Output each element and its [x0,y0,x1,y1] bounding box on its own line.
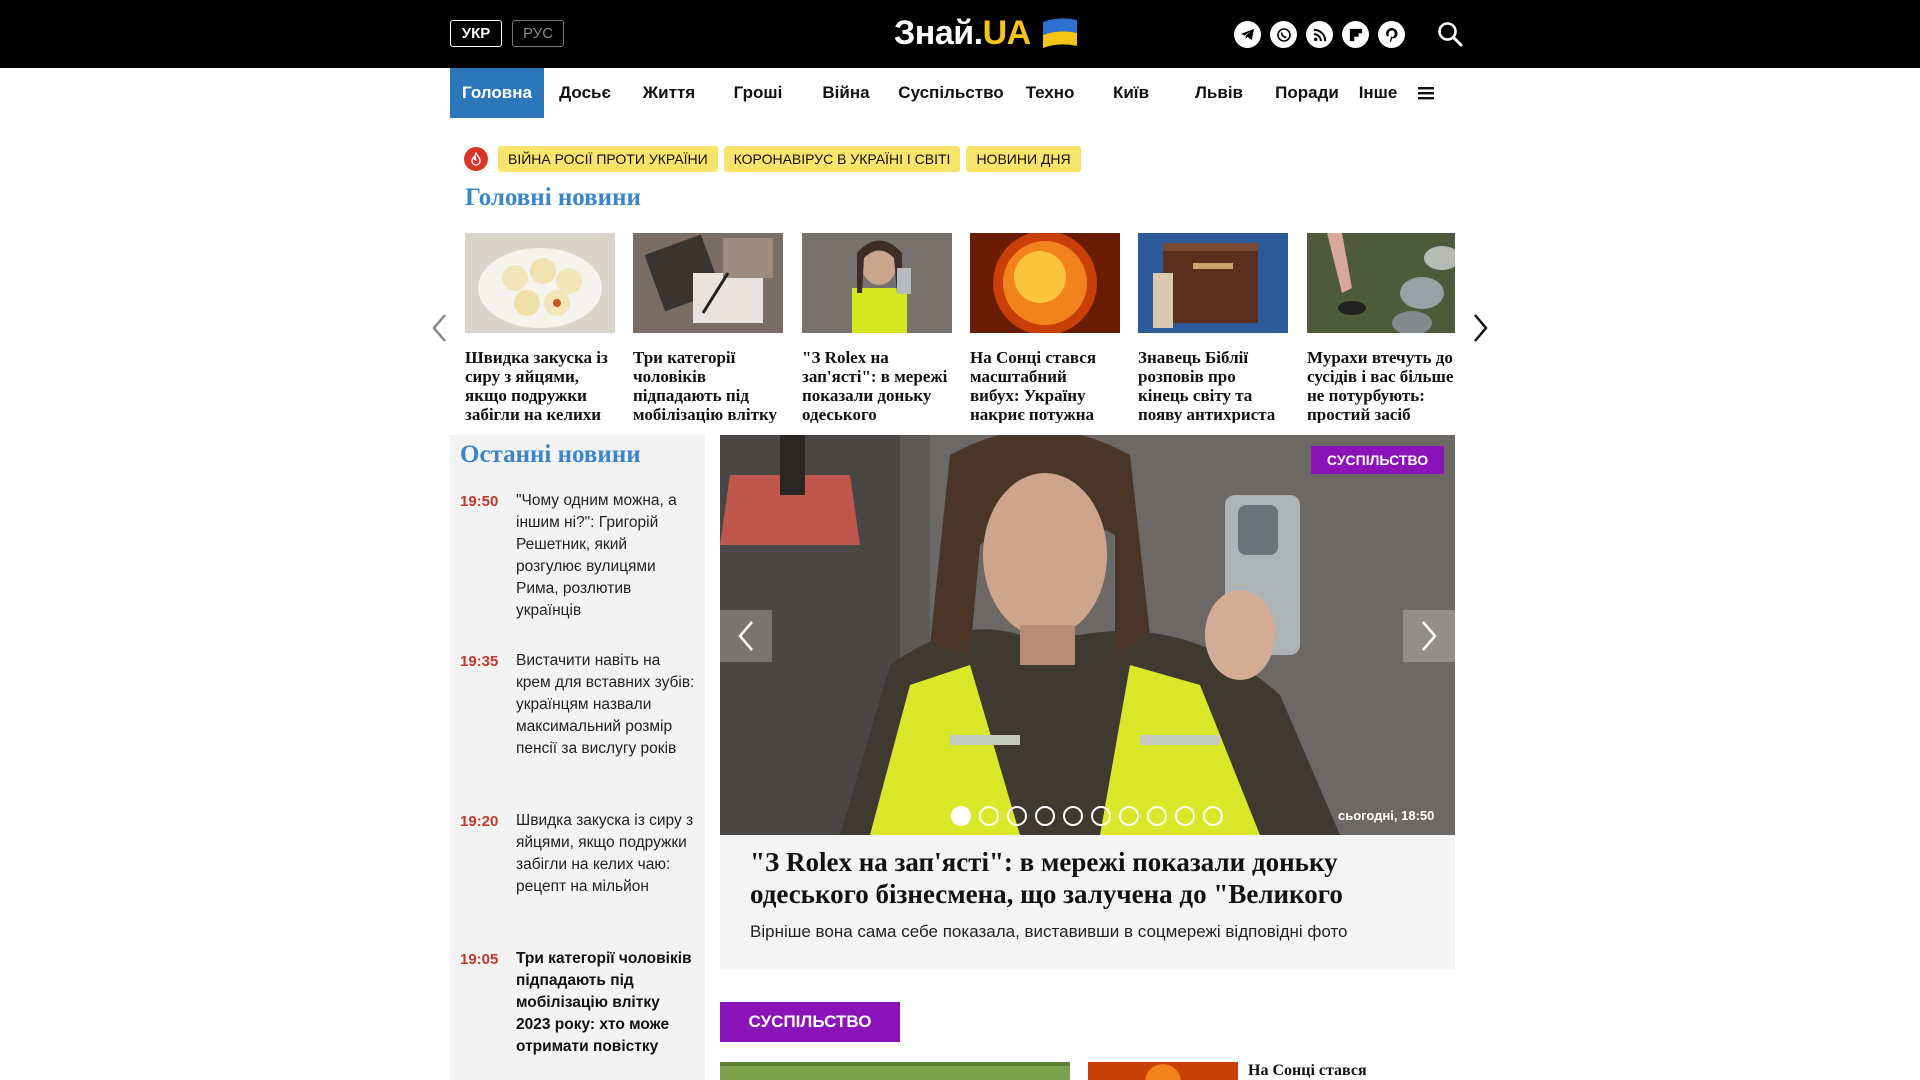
tag-coronavirus[interactable]: КОРОНАВІРУС В УКРАЇНІ І СВІТІ [723,146,961,172]
nav-item-money[interactable]: Гроші [712,68,804,118]
lang-rus-button[interactable]: РУС [512,20,564,47]
carousel-prev-icon[interactable] [430,313,450,343]
slider-dot[interactable] [1007,806,1027,826]
hero-category-badge[interactable]: СУСПІЛЬСТВО [1311,446,1444,474]
nav-item-society[interactable]: Суспільство [888,68,1014,118]
list-item[interactable]: 19:20 Швидка закуска із сиру з яйцями, я… [460,810,700,898]
main-nav: Головна Досьє Життя Гроші Війна Суспільс… [450,68,1460,118]
search-icon[interactable] [1436,20,1464,48]
main-news-title: Головні новини [465,184,641,211]
trending-tags: ВІЙНА РОСІЇ ПРОТИ УКРАЇНИ КОРОНАВІРУС В … [464,146,1081,172]
chevron-left-icon [738,621,753,651]
news-time: 19:35 [460,653,499,670]
card-image [970,233,1120,335]
nav-item-other[interactable]: Інше [1352,68,1404,118]
card-image [1138,233,1288,333]
hero-lead: Вірніше вона сама себе показала, вистави… [750,922,1348,941]
nav-item-lviv[interactable]: Львів [1176,68,1262,118]
news-time: 19:20 [460,813,499,830]
tag-news-of-day[interactable]: НОВИНИ ДНЯ [966,146,1081,172]
rss-icon[interactable] [1306,21,1333,48]
slider-dot[interactable] [951,806,971,826]
card-title: Знавець Біблії розповів про кінець світу… [1138,348,1276,423]
ukraine-flag-icon [1042,18,1077,48]
news-card[interactable]: Мурахи втечуть до сусідів і вас більше н… [1307,233,1455,423]
hamburger-menu-icon[interactable] [1418,86,1434,100]
list-item[interactable]: 19:05 Три категорії чоловіків підпадають… [460,948,700,1058]
hero-next-button[interactable] [1403,610,1455,662]
fire-icon [464,147,488,171]
category-article-image[interactable] [1088,1062,1238,1080]
telegram-icon[interactable] [1234,21,1261,48]
main-news-carousel: Швидка закуска із сиру з яйцями, якщо по… [465,233,1455,423]
top-bar: УКР РУС Знай. UA [0,0,1920,68]
hero-date: сьогодні, 18:50 [1338,808,1435,823]
news-time: 19:50 [460,493,499,510]
nav-item-kyiv[interactable]: Київ [1086,68,1176,118]
news-headline[interactable]: Вистачити навіть на крем для вставних зу… [516,650,696,760]
card-title: "З Rolex на зап'ясті": в мережі показали… [802,348,948,423]
card-image [802,233,952,333]
nav-item-life[interactable]: Життя [626,68,712,118]
nav-item-tech[interactable]: Техно [1014,68,1086,118]
card-image [465,233,615,333]
card-title: Мурахи втечуть до сусідів і вас більше н… [1307,348,1454,423]
news-card[interactable]: На Сонці стався масштабний вибух: Україн… [970,233,1120,423]
news-time: 19:05 [460,951,499,968]
slider-dot[interactable] [1147,806,1167,826]
logo-main-text: Знай. [894,13,983,52]
logo-accent-text: UA [982,13,1032,52]
nav-item-war[interactable]: Війна [804,68,888,118]
hero-image[interactable] [720,435,1455,835]
slider-dot[interactable] [979,806,999,826]
hero-prev-button[interactable] [720,610,772,662]
nav-item-main[interactable]: Головна [450,68,544,118]
carousel-next-icon[interactable] [1470,313,1490,343]
news-card[interactable]: Швидка закуска із сиру з яйцями, якщо по… [465,233,615,423]
card-title: Швидка закуска із сиру з яйцями, якщо по… [465,348,608,423]
pinterest-icon[interactable] [1378,21,1405,48]
flipboard-icon[interactable] [1342,21,1369,48]
card-title: Три категорії чоловіків підпадають під м… [633,348,778,423]
social-links [1234,21,1405,48]
slider-dot[interactable] [1175,806,1195,826]
nav-item-tips[interactable]: Поради [1262,68,1352,118]
news-headline[interactable]: Три категорії чоловіків підпадають під м… [516,948,696,1058]
news-card[interactable]: Знавець Біблії розповів про кінець світу… [1138,233,1288,423]
viber-icon[interactable] [1270,21,1297,48]
slider-dot[interactable] [1063,806,1083,826]
news-card[interactable]: "З Rolex на зап'ясті": в мережі показали… [802,233,952,423]
news-card[interactable]: Три категорії чоловіків підпадають під м… [633,233,783,423]
site-logo[interactable]: Знай. UA [894,8,1081,58]
tag-war[interactable]: ВІЙНА РОСІЇ ПРОТИ УКРАЇНИ [498,146,718,172]
chevron-right-icon [1422,621,1437,651]
slider-dot[interactable] [1203,806,1223,826]
latest-news-title: Останні новини [460,441,641,468]
slider-dot[interactable] [1091,806,1111,826]
news-headline[interactable]: "Чому одним можна, а іншим ні?": Григорі… [516,490,696,622]
slider-dot[interactable] [1119,806,1139,826]
lang-ukr-button[interactable]: УКР [450,20,502,47]
list-item[interactable]: 19:35 Вистачити навіть на крем для встав… [460,650,700,760]
card-title: На Сонці стався масштабний вибух: Україн… [970,348,1097,423]
card-image [633,233,783,333]
category-article-image[interactable] [720,1062,1070,1080]
hero-title[interactable]: "З Rolex на зап'ясті": в мережі показали… [750,846,1440,910]
slider-dots [951,806,1223,826]
latest-news-panel: Останні новини 19:50 "Чому одним можна, … [450,435,705,1080]
nav-item-dossier[interactable]: Досьє [544,68,626,118]
slider-dot[interactable] [1035,806,1055,826]
list-item[interactable]: 19:50 "Чому одним можна, а іншим ні?": Г… [460,490,700,622]
card-image [1307,233,1455,335]
news-headline[interactable]: Швидка закуска із сиру з яйцями, якщо по… [516,810,696,898]
category-article-title[interactable]: На Сонці стався [1248,1062,1367,1080]
category-society-button[interactable]: СУСПІЛЬСТВО [720,1002,900,1042]
hero-caption: "З Rolex на зап'ясті": в мережі показали… [720,835,1455,970]
